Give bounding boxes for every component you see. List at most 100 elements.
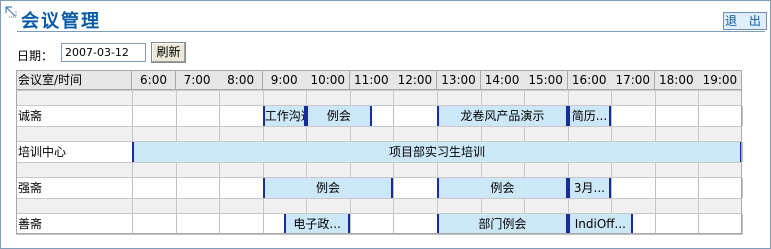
row-cell-divider	[349, 214, 351, 234]
band-cell-divider	[306, 91, 308, 105]
row-separator-band	[16, 126, 742, 142]
hour-header: 9:00	[262, 70, 307, 90]
band-cell-divider	[524, 127, 526, 141]
booking-block[interactable]: 简历...	[567, 106, 612, 126]
row-cell-divider	[698, 178, 700, 198]
band-cell-divider	[524, 163, 526, 177]
row-cell-divider	[175, 106, 177, 126]
band-cell-divider	[393, 127, 395, 141]
booking-block[interactable]: 例会	[306, 106, 372, 126]
row-bottom-line	[16, 234, 742, 235]
room-name: 善斋	[18, 217, 43, 231]
hour-header: 17:00	[611, 70, 656, 90]
hour-header: 16:00	[567, 70, 612, 90]
band-cell-divider	[654, 163, 656, 177]
band-cell-divider	[611, 199, 613, 213]
booking-block[interactable]: 龙卷风产品演示	[436, 106, 568, 126]
booking-block[interactable]: 工作沟通	[262, 106, 307, 126]
row-cell-divider	[741, 178, 743, 198]
band-cell-divider	[306, 163, 308, 177]
row-cell-divider	[132, 178, 133, 198]
row-cell-divider	[654, 106, 656, 126]
row-cell-divider	[393, 178, 395, 198]
room-name: 强斋	[18, 181, 43, 195]
row-cell-divider	[698, 214, 700, 234]
band-cell-divider	[611, 127, 613, 141]
refresh-button[interactable]: 刷新	[151, 42, 186, 63]
band-cell-divider	[132, 199, 133, 213]
booking-block[interactable]: 例会	[262, 178, 394, 198]
row-cell-divider	[219, 214, 221, 234]
row-cell-divider	[611, 178, 613, 198]
meeting-management-panel: 会议管理 退 出 日期： 刷新 会议室/时间6:007:008:009:0010…	[0, 0, 771, 249]
band-cell-divider	[219, 127, 221, 141]
row-cell-divider	[132, 214, 133, 234]
band-cell-divider	[567, 163, 569, 177]
band-cell-divider	[262, 163, 264, 177]
band-cell-divider	[567, 91, 569, 105]
band-cell-divider	[175, 127, 177, 141]
band-cell-divider	[262, 91, 264, 105]
band-cell-divider	[132, 127, 133, 141]
room-time-header: 会议室/时间	[16, 70, 132, 90]
room-name: 培训中心	[18, 145, 67, 159]
band-cell-divider	[698, 127, 700, 141]
row-cell-divider	[175, 214, 177, 234]
band-cell-divider	[306, 199, 308, 213]
date-label: 日期：	[17, 49, 54, 63]
page-title: 会议管理	[21, 11, 101, 32]
hour-header: 10:00	[306, 70, 351, 90]
booking-block[interactable]: 项目部实习生培训	[132, 142, 742, 162]
row-cell-divider	[741, 142, 743, 162]
row-cell-divider	[393, 214, 395, 234]
row-cell-divider	[393, 106, 395, 126]
band-cell-divider	[654, 127, 656, 141]
hour-header: 6:00	[132, 70, 176, 90]
booking-block[interactable]: 部门例会	[436, 214, 568, 234]
band-cell-divider	[480, 127, 482, 141]
schedule-grid: 会议室/时间 6:00 7:00 8:00 9:00 10:00 11:00 12:00 13:…	[16, 70, 747, 235]
band-cell-divider	[175, 163, 177, 177]
row-cell-divider	[654, 178, 656, 198]
band-cell-divider	[436, 127, 438, 141]
row-separator-band	[16, 162, 742, 178]
band-cell-divider	[349, 91, 351, 105]
row-cell-divider	[741, 214, 743, 234]
row-cell-divider	[219, 178, 221, 198]
row-cell-divider	[698, 106, 700, 126]
hour-header: 14:00	[480, 70, 525, 90]
band-cell-divider	[611, 91, 613, 105]
band-cell-divider	[175, 199, 177, 213]
band-cell-divider	[480, 91, 482, 105]
schedule-row	[16, 214, 742, 234]
band-cell-divider	[524, 199, 526, 213]
hour-header: 13:00	[436, 70, 481, 90]
band-cell-divider	[393, 163, 395, 177]
band-cell-divider	[654, 199, 656, 213]
band-cell-divider	[262, 127, 264, 141]
booking-block[interactable]: 电子政...	[284, 214, 350, 234]
band-cell-divider	[698, 163, 700, 177]
band-cell-divider	[132, 163, 133, 177]
band-cell-divider	[349, 163, 351, 177]
band-cell-divider	[132, 91, 133, 105]
date-input[interactable]	[61, 43, 146, 62]
booking-block[interactable]: 例会	[436, 178, 568, 198]
band-cell-divider	[393, 91, 395, 105]
hour-header: 12:00	[393, 70, 438, 90]
band-cell-divider	[393, 199, 395, 213]
hour-header: 15:00	[524, 70, 569, 90]
band-cell-divider	[349, 199, 351, 213]
band-cell-divider	[175, 91, 177, 105]
title-divider	[17, 31, 765, 32]
exit-button[interactable]: 退 出	[723, 12, 767, 30]
booking-block[interactable]: 3月...	[567, 178, 612, 198]
band-cell-divider	[698, 91, 700, 105]
hour-header: 7:00	[175, 70, 220, 90]
schedule-row	[16, 106, 742, 126]
hour-header: 8:00	[219, 70, 264, 90]
booking-block[interactable]: IndiOff...	[567, 214, 634, 234]
band-cell-divider	[480, 199, 482, 213]
band-cell-divider	[698, 199, 700, 213]
row-cell-divider	[132, 106, 133, 126]
